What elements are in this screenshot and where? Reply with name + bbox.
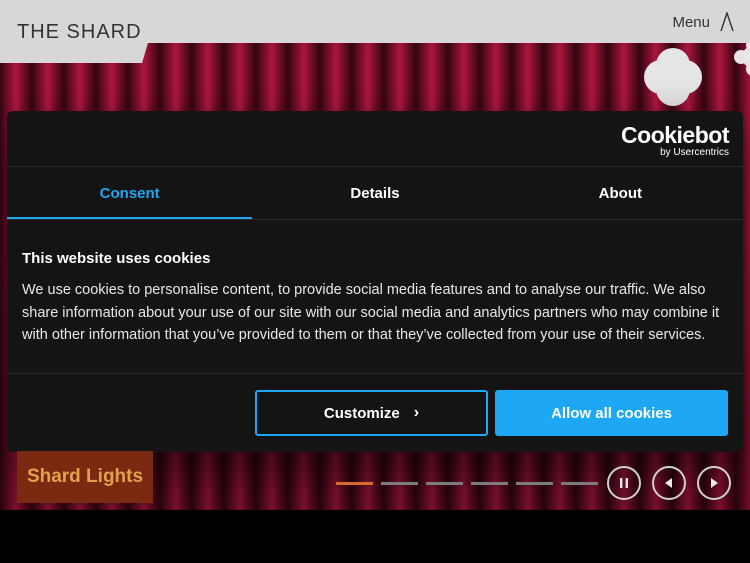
customize-button[interactable]: Customize ›: [255, 390, 488, 436]
allow-all-cookies-button[interactable]: Allow all cookies: [495, 390, 728, 436]
divider: [7, 373, 743, 374]
previous-slide-button[interactable]: [652, 466, 686, 500]
slide-indicator[interactable]: [381, 482, 418, 485]
cookiebot-brand[interactable]: Cookiebot by Usercentrics: [621, 123, 729, 159]
cookiebot-by-line: by Usercentrics: [660, 147, 729, 158]
tab-details[interactable]: Details: [252, 167, 497, 219]
slide-indicator[interactable]: [426, 482, 463, 485]
cookie-description: We use cookies to personalise content, t…: [22, 282, 720, 343]
cookie-consent-dialog: Cookiebot by Usercentrics Consent Detail…: [7, 111, 743, 452]
play-right-icon: [711, 478, 718, 488]
hero-label[interactable]: Shard Lights: [17, 451, 153, 503]
cookie-tabs: Consent Details About: [7, 167, 743, 219]
cookiebot-logo: Cookiebot: [621, 122, 729, 148]
slide-indicator[interactable]: [516, 482, 553, 485]
pause-button[interactable]: [607, 466, 641, 500]
chevron-right-icon: ›: [413, 404, 420, 421]
logo-tab[interactable]: THE SHARD: [0, 0, 148, 63]
divider: [7, 219, 743, 220]
slide-indicator[interactable]: [471, 482, 508, 485]
tab-consent[interactable]: Consent: [7, 167, 253, 219]
slash-menu-icon: [720, 12, 734, 32]
pause-icon: [620, 478, 628, 488]
next-slide-button[interactable]: [697, 466, 731, 500]
slide-indicator[interactable]: [336, 482, 373, 485]
menu-label: Menu: [672, 13, 710, 31]
site-logo[interactable]: THE SHARD: [17, 21, 142, 44]
slide-indicator[interactable]: [561, 482, 598, 485]
tab-about[interactable]: About: [498, 167, 743, 219]
flower-decoration: [652, 56, 694, 98]
slide-indicators: [336, 482, 598, 485]
menu-button[interactable]: Menu: [672, 12, 734, 32]
cookie-title: This website uses cookies: [22, 250, 211, 267]
hero-bottom-band: [0, 510, 750, 563]
play-left-icon: [665, 478, 672, 488]
customize-label: Customize: [323, 404, 400, 422]
